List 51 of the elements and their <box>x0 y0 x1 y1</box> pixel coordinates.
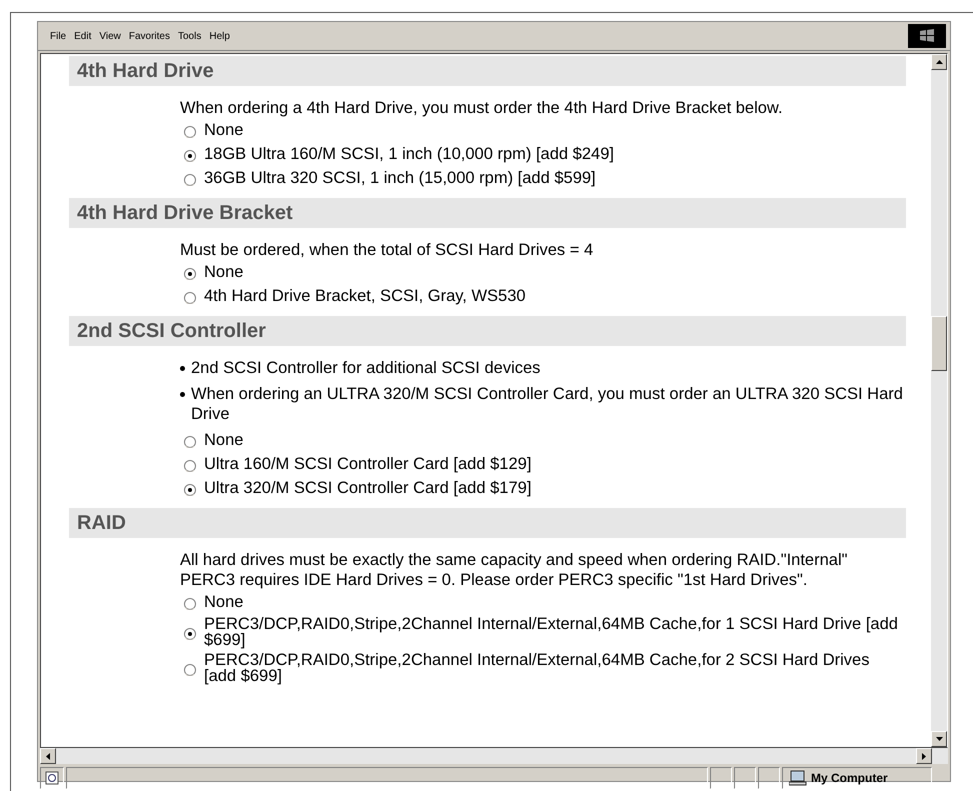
radio-button[interactable] <box>184 598 196 610</box>
scroll-thumb[interactable] <box>931 316 947 371</box>
menu-item[interactable]: View <box>95 28 125 44</box>
note-text: All hard drives must be exactly the same capacity and speed when ordering RAID."Internal" PERC3 requires IDE Hard Drives = 0. Please order PERC3 specific "1st Hard Drives". <box>180 550 848 590</box>
option-label: 36GB Ultra 320 SCSI, 1 inch (15,000 rpm) [add $599] <box>204 170 596 186</box>
radio-button[interactable] <box>184 628 196 640</box>
option-label: 4th Hard Drive Bracket, SCSI, Gray, WS530 <box>204 288 526 304</box>
bullet-icon <box>180 366 185 371</box>
section-heading: 2nd SCSI Controller <box>69 316 906 346</box>
right-arrow-icon <box>922 752 926 760</box>
windows-logo-icon <box>908 24 946 48</box>
section-heading: 4th Hard Drive Bracket <box>69 198 906 228</box>
option-label: 18GB Ultra 160/M SCSI, 1 inch (10,000 rpm) [add $249] <box>204 146 614 162</box>
menu-item[interactable]: Help <box>205 28 234 44</box>
option-label: PERC3/DCP,RAID0,Stripe,2Channel Internal/External,64MB Cache,for 2 SCSI Hard Drives [add $699] <box>204 652 870 684</box>
radio-button[interactable] <box>184 174 196 186</box>
page-icon <box>45 771 59 785</box>
radio-button[interactable] <box>184 484 196 496</box>
scroll-up-button[interactable] <box>931 54 947 70</box>
radio-button[interactable] <box>184 292 196 304</box>
note-text: When ordering a 4th Hard Drive, you must order the 4th Hard Drive Bracket below. <box>180 98 784 118</box>
scroll-down-button[interactable] <box>931 731 947 747</box>
radio-button[interactable] <box>184 126 196 138</box>
note-text: When ordering an ULTRA 320/M SCSI Controller Card, you must order an ULTRA 320 SCSI Hard Drive <box>191 384 904 424</box>
option-label: Ultra 160/M SCSI Controller Card [add $129] <box>204 456 532 472</box>
menu-item[interactable]: File <box>46 28 70 44</box>
note-text: 2nd SCSI Controller for additional SCSI devices <box>191 358 540 378</box>
radio-button[interactable] <box>184 150 196 162</box>
radio-button[interactable] <box>184 460 196 472</box>
option-label: PERC3/DCP,RAID0,Stripe,2Channel Internal/External,64MB Cache,for 1 SCSI Hard Drive [add $699] <box>204 616 899 648</box>
section-heading: 4th Hard Drive <box>69 56 906 86</box>
option-label: Ultra 320/M SCSI Controller Card [add $179] <box>204 480 532 496</box>
menu-item[interactable]: Favorites <box>124 28 174 44</box>
note-text: Must be ordered, when the total of SCSI Hard Drives = 4 <box>180 240 594 260</box>
scroll-right-button[interactable] <box>916 748 932 764</box>
security-zone: My Computer <box>811 771 888 785</box>
left-arrow-icon <box>46 752 50 760</box>
section-heading: RAID <box>69 508 906 538</box>
down-arrow-icon <box>936 737 942 741</box>
radio-button[interactable] <box>184 436 196 448</box>
option-label: None <box>204 432 244 448</box>
menu-item[interactable]: Edit <box>70 28 96 44</box>
option-label: None <box>204 122 244 138</box>
menu-item[interactable]: Tools <box>174 28 206 44</box>
radio-button[interactable] <box>184 664 196 676</box>
scroll-left-button[interactable] <box>40 748 56 764</box>
up-arrow-icon <box>936 60 942 64</box>
option-label: None <box>204 594 244 610</box>
bullet-icon <box>180 392 185 397</box>
option-label: None <box>204 264 244 280</box>
radio-button[interactable] <box>184 268 196 280</box>
